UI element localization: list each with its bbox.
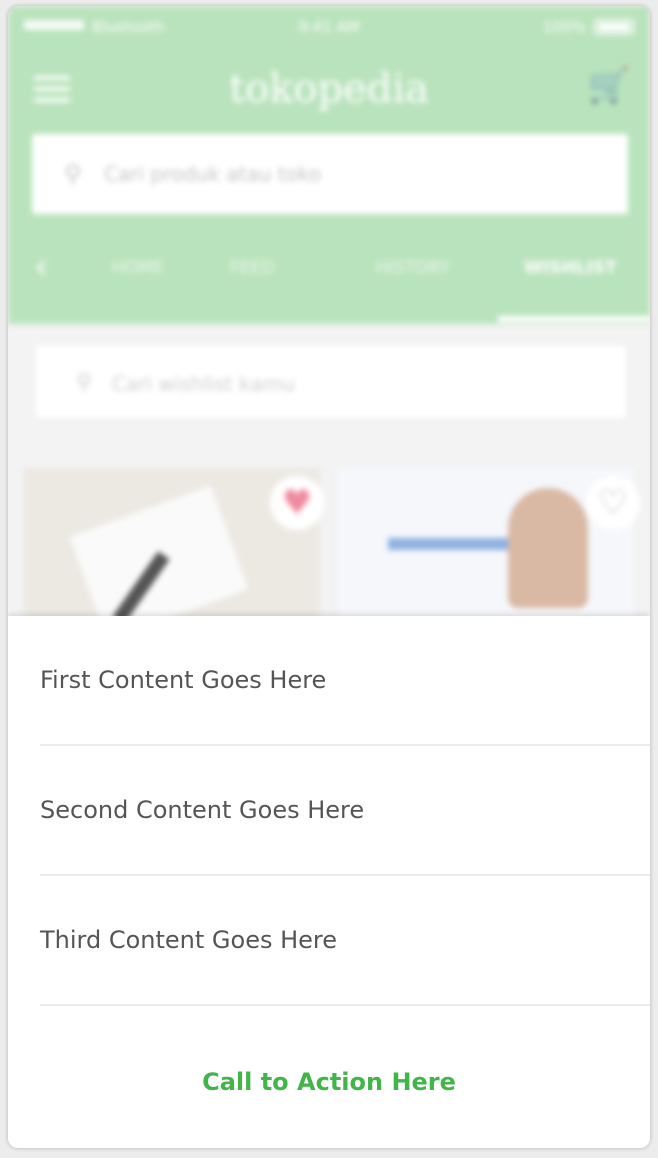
call-to-action-button[interactable]: Call to Action Here xyxy=(8,1068,650,1096)
battery-percent: 100% xyxy=(543,18,586,36)
product-search-input[interactable]: ⚲ Cari produk atau toko xyxy=(32,134,628,214)
app-header: Bluetooth 9:41 AM 100% tokopedia 🛒 ⚲ Car… xyxy=(8,6,650,324)
heart-filled-icon[interactable]: ♥ xyxy=(270,476,324,530)
phone-screen: Bluetooth 9:41 AM 100% tokopedia 🛒 ⚲ Car… xyxy=(8,6,650,1148)
bottom-sheet: First Content Goes Here Second Content G… xyxy=(8,616,650,1148)
tab-bar: ‹ HOME FEED HISTORY WISHLIST xyxy=(8,236,650,308)
product-image xyxy=(388,538,518,550)
wishlist-search-input[interactable]: ⚲ Cari wishlist kamu xyxy=(36,346,626,418)
sheet-option-label: Third Content Goes Here xyxy=(40,926,338,954)
product-image-detail xyxy=(508,488,588,608)
app-logo: tokopedia xyxy=(229,66,429,112)
sheet-option-label: Second Content Goes Here xyxy=(40,796,365,824)
sheet-option-second[interactable]: Second Content Goes Here xyxy=(40,746,650,876)
status-bar: Bluetooth 9:41 AM 100% xyxy=(8,6,650,50)
cart-icon[interactable]: 🛒 xyxy=(588,66,630,106)
battery-icon xyxy=(594,19,634,35)
tab-home[interactable]: HOME xyxy=(112,258,164,278)
heart-outline-icon[interactable]: ♡ xyxy=(586,476,640,530)
wishlist-search-placeholder: Cari wishlist kamu xyxy=(112,372,295,396)
sheet-option-label: First Content Goes Here xyxy=(40,666,327,694)
active-tab-indicator xyxy=(498,316,650,322)
sheet-option-first[interactable]: First Content Goes Here xyxy=(40,616,650,746)
search-icon: ⚲ xyxy=(64,160,82,188)
tab-history[interactable]: HISTORY xyxy=(376,258,449,278)
tab-feed[interactable]: FEED xyxy=(230,258,274,278)
tab-wishlist[interactable]: WISHLIST xyxy=(524,258,617,278)
sheet-option-third[interactable]: Third Content Goes Here xyxy=(40,876,650,1006)
search-placeholder: Cari produk atau toko xyxy=(104,162,321,186)
search-icon: ⚲ xyxy=(76,370,93,395)
chevron-left-icon[interactable]: ‹ xyxy=(34,246,48,287)
